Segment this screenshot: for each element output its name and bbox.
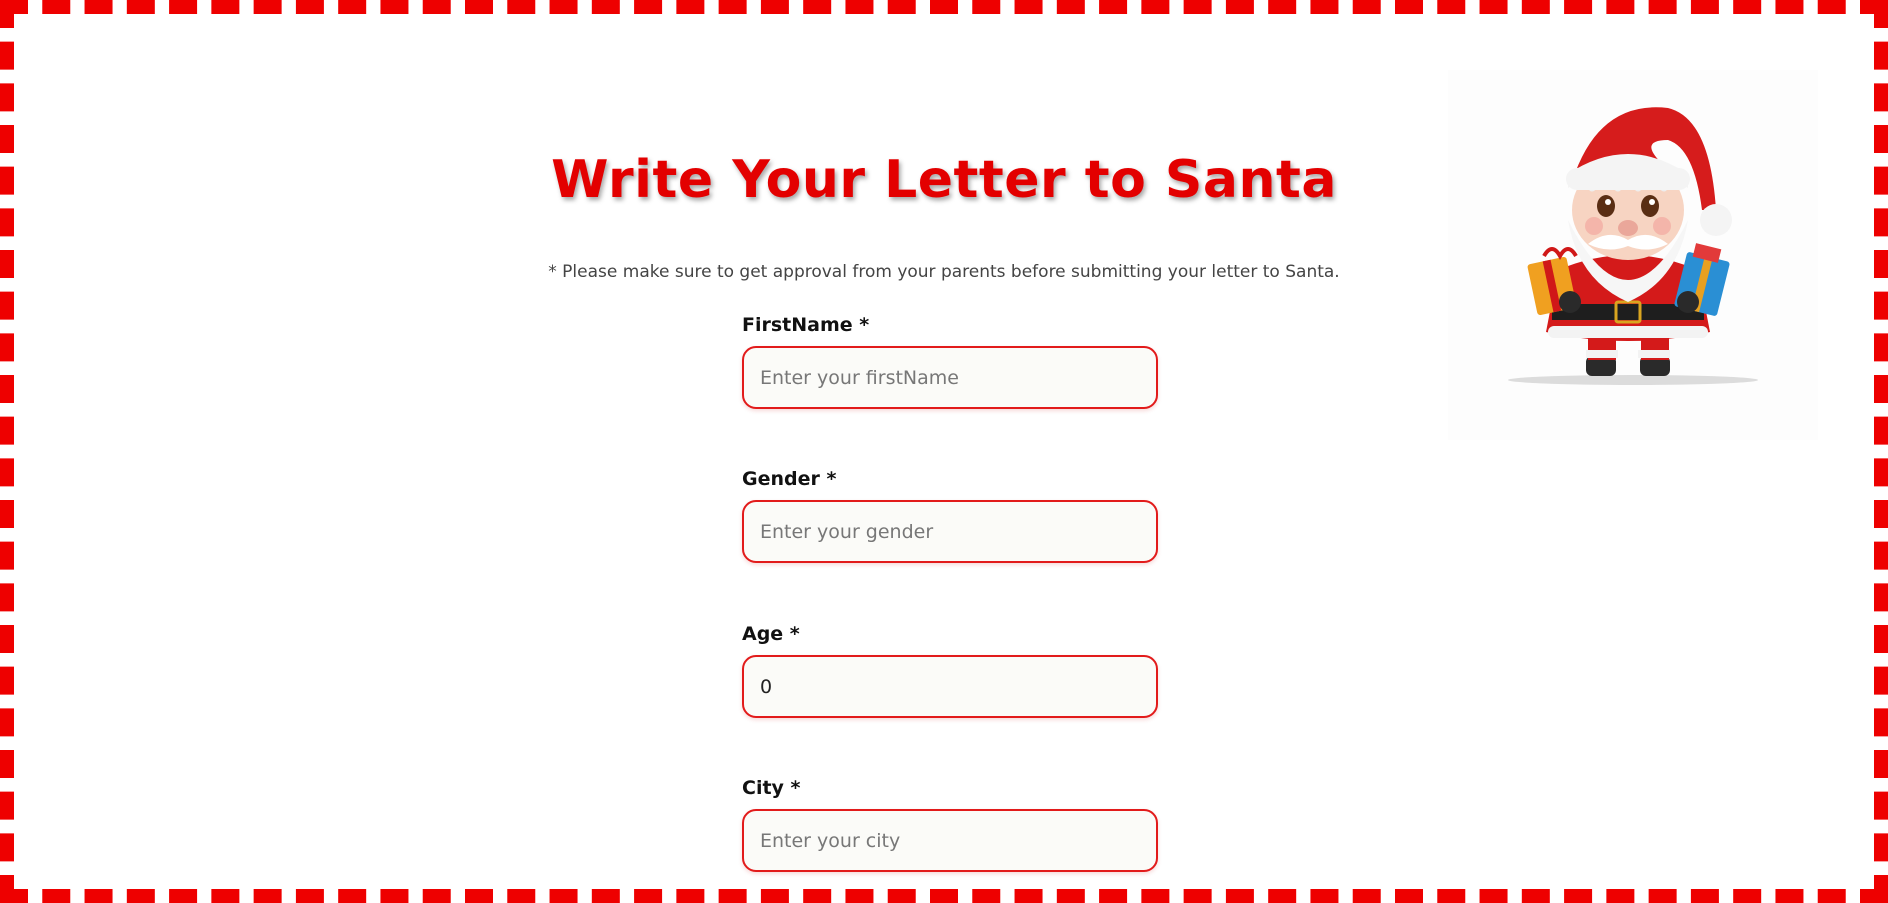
firstname-label: FirstName *	[742, 314, 870, 336]
firstname-input[interactable]	[742, 346, 1158, 409]
city-label: City *	[742, 777, 801, 799]
age-label: Age *	[742, 623, 800, 645]
age-input[interactable]	[742, 655, 1158, 718]
santa-illustration	[1448, 70, 1818, 440]
gender-input[interactable]	[742, 500, 1158, 563]
santa-icon	[1508, 107, 1758, 385]
gender-label: Gender *	[742, 468, 837, 490]
city-input[interactable]	[742, 809, 1158, 872]
